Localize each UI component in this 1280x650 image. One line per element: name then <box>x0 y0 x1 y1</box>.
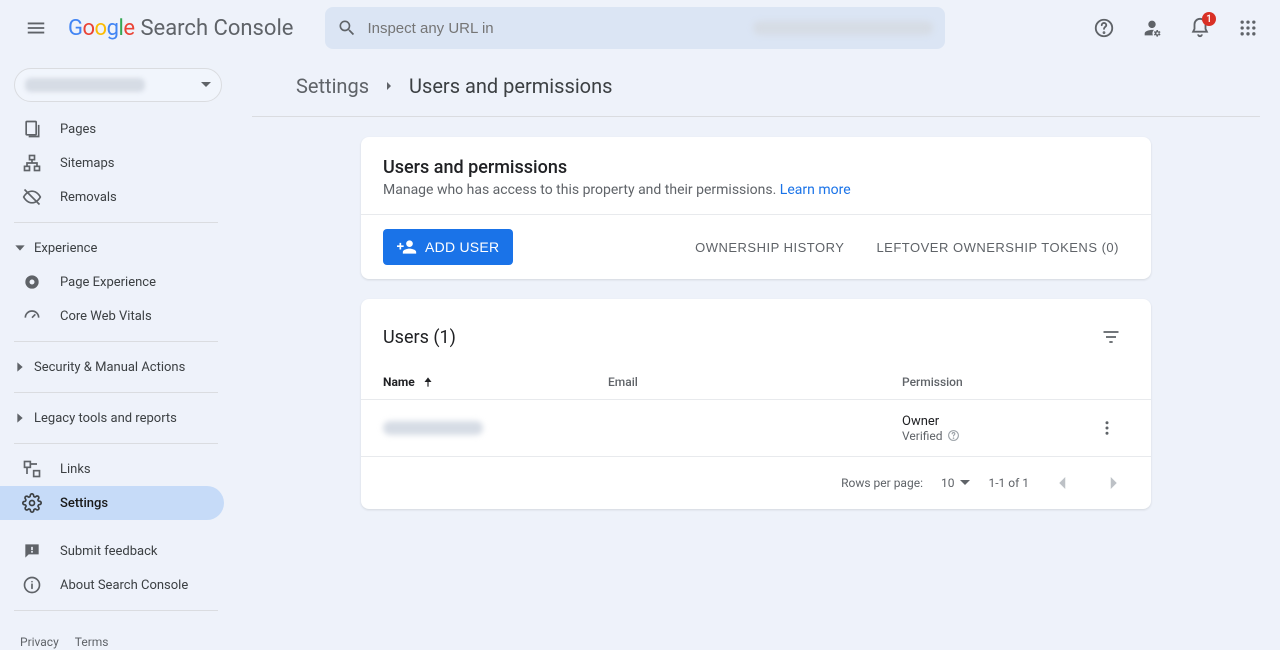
pager-next[interactable] <box>1097 467 1129 499</box>
leftover-tokens-button[interactable]: LEFTOVER OWNERSHIP TOKENS (0) <box>866 232 1129 263</box>
privacy-link[interactable]: Privacy <box>20 635 59 649</box>
col-header-permission[interactable]: Permission <box>902 375 1089 389</box>
sidebar-label: About Search Console <box>60 578 188 593</box>
sidebar-group-label: Legacy tools and reports <box>34 411 177 426</box>
permission-cell: Owner Verified <box>902 414 1089 443</box>
terms-link[interactable]: Terms <box>75 635 109 649</box>
product-name: Search Console <box>140 16 293 41</box>
sidebar-item-removals[interactable]: Removals <box>0 180 224 214</box>
sidebar-label: Page Experience <box>60 275 156 290</box>
sidebar-item-page-experience[interactable]: Page Experience <box>0 265 224 299</box>
sidebar-group-label: Experience <box>34 241 97 256</box>
sidebar-label: Pages <box>60 122 96 137</box>
sidebar-item-sitemaps[interactable]: Sitemaps <box>0 146 224 180</box>
caret-down-icon <box>960 478 970 488</box>
sidebar-label: Core Web Vitals <box>60 309 152 324</box>
sitemap-icon <box>22 153 42 173</box>
app-header: Google Search Console 1 <box>0 0 1280 56</box>
sidebar-item-pages[interactable]: Pages <box>0 112 224 146</box>
feedback-icon <box>22 541 42 561</box>
name-blurred <box>383 421 483 435</box>
sidebar-item-feedback[interactable]: Submit feedback <box>0 534 224 568</box>
sidebar-group-legacy[interactable]: Legacy tools and reports <box>0 401 232 435</box>
breadcrumb-current: Users and permissions <box>409 74 612 98</box>
sidebar-group-experience[interactable]: Experience <box>0 231 232 265</box>
more-vert-icon <box>1098 419 1116 437</box>
help-icon <box>1093 17 1115 39</box>
add-person-icon <box>397 237 417 257</box>
caret-down-icon <box>201 80 211 90</box>
add-user-button[interactable]: ADD USER <box>383 229 513 265</box>
users-table-card: Users (1) Name Email Permission Owner <box>361 299 1151 509</box>
notification-badge: 1 <box>1202 12 1216 26</box>
sidebar: Pages Sitemaps Removals Experience Page … <box>0 56 232 650</box>
col-header-name[interactable]: Name <box>383 375 608 389</box>
card-subtitle: Manage who has access to this property a… <box>383 182 1129 198</box>
apps-button[interactable] <box>1228 8 1268 48</box>
sidebar-label: Settings <box>60 496 108 511</box>
gear-icon <box>22 493 42 513</box>
links-icon <box>22 459 42 479</box>
google-logo: Google <box>68 16 134 41</box>
table-row[interactable]: Owner Verified <box>361 400 1151 457</box>
sidebar-label: Submit feedback <box>60 544 157 559</box>
row-more-button[interactable] <box>1089 410 1125 446</box>
users-table-title: Users (1) <box>383 327 456 348</box>
property-name-blurred <box>25 78 145 92</box>
chevron-right-icon <box>12 410 28 426</box>
sidebar-item-core-web-vitals[interactable]: Core Web Vitals <box>0 299 224 333</box>
help-button[interactable] <box>1084 8 1124 48</box>
learn-more-link[interactable]: Learn more <box>780 182 851 198</box>
sidebar-group-security[interactable]: Security & Manual Actions <box>0 350 232 384</box>
pager-prev[interactable] <box>1047 467 1079 499</box>
filter-icon <box>1101 327 1121 347</box>
col-header-email[interactable]: Email <box>608 375 902 389</box>
sidebar-group-label: Security & Manual Actions <box>34 360 185 375</box>
sidebar-label: Sitemaps <box>60 156 115 171</box>
sidebar-item-links[interactable]: Links <box>0 452 224 486</box>
ownership-history-button[interactable]: OWNERSHIP HISTORY <box>685 232 854 263</box>
breadcrumb-settings[interactable]: Settings <box>296 74 369 98</box>
url-blurred <box>753 21 933 35</box>
apps-grid-icon <box>1238 18 1258 38</box>
chevron-right-icon <box>12 240 28 256</box>
sidebar-label: Links <box>60 462 91 477</box>
search-icon <box>337 18 357 38</box>
rows-per-page-label: Rows per page: <box>841 476 923 490</box>
person-gear-icon <box>1141 17 1163 39</box>
notifications-button[interactable]: 1 <box>1180 8 1220 48</box>
chevron-left-icon <box>1054 474 1072 492</box>
pager-range: 1-1 of 1 <box>988 476 1029 490</box>
card-title: Users and permissions <box>383 157 1129 178</box>
property-selector[interactable] <box>14 68 222 102</box>
chevron-right-icon <box>12 359 28 375</box>
chevron-right-icon <box>383 80 395 92</box>
circle-icon <box>22 272 42 292</box>
sort-asc-icon <box>421 375 435 389</box>
removals-icon <box>22 187 42 207</box>
pages-icon <box>22 119 42 139</box>
speed-icon <box>22 306 42 326</box>
url-inspect-input[interactable] <box>367 20 743 37</box>
chevron-right-icon <box>1104 474 1122 492</box>
help-small-icon[interactable] <box>947 429 960 442</box>
rows-per-page-select[interactable]: 10 <box>941 476 971 490</box>
breadcrumb: Settings Users and permissions <box>252 56 1260 117</box>
filter-button[interactable] <box>1093 319 1129 355</box>
hamburger-button[interactable] <box>12 4 60 52</box>
sidebar-item-settings[interactable]: Settings <box>0 486 224 520</box>
logo[interactable]: Google Search Console <box>68 16 293 41</box>
permissions-intro-card: Users and permissions Manage who has acc… <box>361 137 1151 279</box>
sidebar-label: Removals <box>60 190 117 205</box>
table-header-row: Name Email Permission <box>361 365 1151 400</box>
url-inspect-bar[interactable] <box>325 7 945 49</box>
sidebar-item-about[interactable]: About Search Console <box>0 568 224 602</box>
main-content: Settings Users and permissions Users and… <box>232 56 1280 650</box>
manage-users-button[interactable] <box>1132 8 1172 48</box>
info-icon <box>22 575 42 595</box>
table-pager: Rows per page: 10 1-1 of 1 <box>361 457 1151 509</box>
menu-icon <box>25 17 47 39</box>
